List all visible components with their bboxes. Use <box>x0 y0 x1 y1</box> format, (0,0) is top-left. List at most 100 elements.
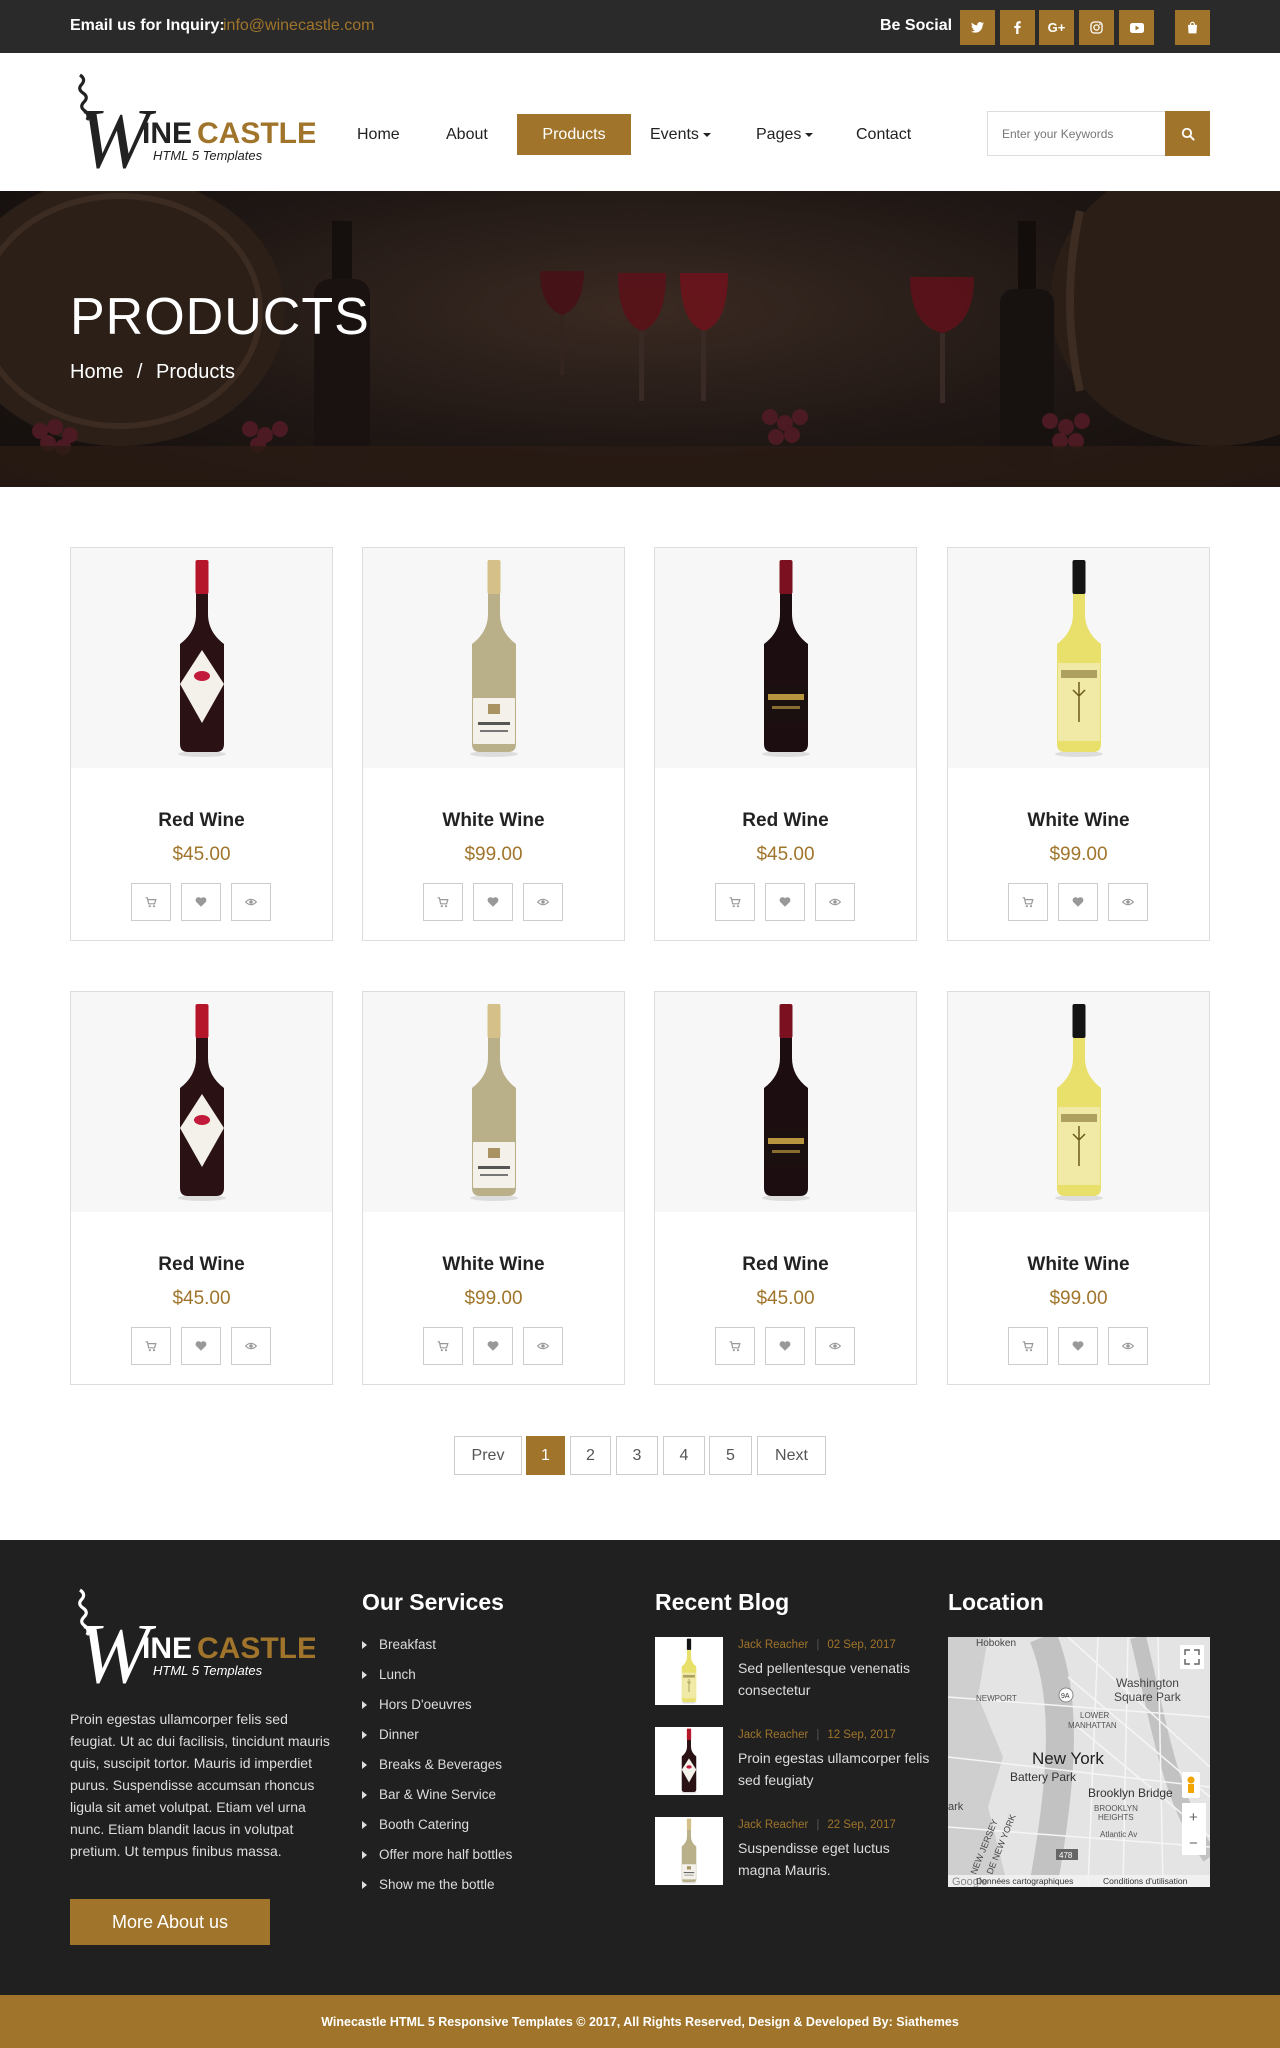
footer-logo[interactable]: W INE CASTLE HTML 5 Templates <box>70 1588 317 1701</box>
product-card[interactable]: White Wine $99.00 <box>362 547 625 941</box>
service-link[interactable]: Dinner <box>362 1727 419 1742</box>
breadcrumb-home[interactable]: Home <box>70 361 123 383</box>
nav-contact[interactable]: Contact <box>836 114 931 155</box>
product-card[interactable]: Red Wine $45.00 <box>70 547 333 941</box>
youtube-icon[interactable] <box>1119 10 1154 45</box>
search-input[interactable] <box>987 111 1165 156</box>
service-link[interactable]: Hors D'oeuvres <box>362 1697 472 1712</box>
add-to-cart-button[interactable] <box>715 883 755 921</box>
service-link[interactable]: Offer more half bottles <box>362 1847 512 1862</box>
service-link[interactable]: Breaks & Beverages <box>362 1757 502 1772</box>
blog-post-title[interactable]: Sed pellentesque venenatis consectetur <box>738 1657 933 1701</box>
product-name[interactable]: White Wine <box>363 810 624 832</box>
service-link[interactable]: Booth Catering <box>362 1817 469 1832</box>
quick-view-button[interactable] <box>231 883 271 921</box>
heart-icon <box>779 897 791 907</box>
product-name[interactable]: Red Wine <box>655 1254 916 1276</box>
nav-home[interactable]: Home <box>337 114 420 155</box>
product-card[interactable]: Red Wine $45.00 <box>70 991 333 1385</box>
pagination-page-4[interactable]: 4 <box>663 1436 705 1475</box>
add-to-cart-button[interactable] <box>1008 1327 1048 1365</box>
service-link[interactable]: Show me the bottle <box>362 1877 495 1892</box>
quick-view-button[interactable] <box>231 1327 271 1365</box>
product-name[interactable]: Red Wine <box>71 810 332 832</box>
copyright-bar: Winecastle HTML 5 Responsive Templates ©… <box>0 1995 1280 2048</box>
blog-thumbnail[interactable] <box>655 1727 723 1795</box>
add-to-cart-button[interactable] <box>131 883 171 921</box>
quick-view-button[interactable] <box>815 1327 855 1365</box>
blog-thumbnail[interactable] <box>655 1817 723 1885</box>
product-name[interactable]: Red Wine <box>655 810 916 832</box>
footer-logo-ine: INE <box>142 1632 192 1665</box>
instagram-icon[interactable] <box>1079 10 1114 45</box>
wishlist-button[interactable] <box>473 883 513 921</box>
product-image[interactable] <box>948 548 1209 768</box>
quick-view-button[interactable] <box>815 883 855 921</box>
product-name[interactable]: White Wine <box>948 810 1209 832</box>
services-title: Our Services <box>362 1589 504 1615</box>
service-link[interactable]: Lunch <box>362 1667 416 1682</box>
twitter-icon[interactable] <box>960 10 995 45</box>
product-image[interactable] <box>655 992 916 1212</box>
wishlist-button[interactable] <box>473 1327 513 1365</box>
search-button[interactable] <box>1165 111 1210 156</box>
product-image[interactable] <box>363 548 624 768</box>
blog-author[interactable]: Jack Reacher <box>738 1729 808 1741</box>
pagination-prev[interactable]: Prev <box>454 1436 522 1475</box>
product-name[interactable]: White Wine <box>363 1254 624 1276</box>
blog-post-title[interactable]: Suspendisse eget luctus magna Mauris. <box>738 1837 933 1881</box>
quick-view-button[interactable] <box>523 1327 563 1365</box>
pagination-page-1[interactable]: 1 <box>526 1436 565 1475</box>
product-image[interactable] <box>948 992 1209 1212</box>
pagination-next[interactable]: Next <box>757 1436 826 1475</box>
google-plus-icon[interactable]: G+ <box>1039 10 1074 45</box>
blog-post-title[interactable]: Proin egestas ullamcorper felis sed feug… <box>738 1747 933 1791</box>
quick-view-button[interactable] <box>523 883 563 921</box>
heart-icon <box>1072 897 1084 907</box>
blog-author[interactable]: Jack Reacher <box>738 1639 808 1651</box>
pagination-page-2[interactable]: 2 <box>570 1436 611 1475</box>
quick-view-button[interactable] <box>1108 1327 1148 1365</box>
service-link[interactable]: Bar & Wine Service <box>362 1787 496 1802</box>
product-card[interactable]: Red Wine $45.00 <box>654 991 917 1385</box>
product-card[interactable]: White Wine $99.00 <box>947 547 1210 941</box>
product-card[interactable]: Red Wine $45.00 <box>654 547 917 941</box>
inquiry-email-link[interactable]: info@winecastle.com <box>223 17 374 35</box>
wishlist-button[interactable] <box>1058 1327 1098 1365</box>
wishlist-button[interactable] <box>181 1327 221 1365</box>
site-logo[interactable]: W INE CASTLE HTML 5 Templates <box>70 73 317 186</box>
pagination-page-5[interactable]: 5 <box>709 1436 752 1475</box>
location-map[interactable]: Hoboken Washington Square Park NEWPORT 9… <box>948 1637 1210 1887</box>
add-to-cart-button[interactable] <box>131 1327 171 1365</box>
add-to-cart-button[interactable] <box>423 1327 463 1365</box>
facebook-icon[interactable] <box>1000 10 1035 45</box>
product-image[interactable] <box>71 992 332 1212</box>
quick-view-button[interactable] <box>1108 883 1148 921</box>
product-card[interactable]: White Wine $99.00 <box>947 991 1210 1385</box>
add-to-cart-button[interactable] <box>1008 883 1048 921</box>
add-to-cart-button[interactable] <box>423 883 463 921</box>
service-link[interactable]: Breakfast <box>362 1637 436 1652</box>
nav-about[interactable]: About <box>426 114 508 155</box>
product-image[interactable] <box>71 548 332 768</box>
meta-divider: | <box>816 1729 820 1741</box>
blog-author[interactable]: Jack Reacher <box>738 1819 808 1831</box>
wishlist-button[interactable] <box>1058 883 1098 921</box>
shopping-bag-icon[interactable] <box>1175 10 1210 45</box>
caret-right-icon <box>362 1641 367 1649</box>
more-about-button[interactable]: More About us <box>70 1899 270 1945</box>
nav-events[interactable]: Events <box>630 114 731 155</box>
product-name[interactable]: Red Wine <box>71 1254 332 1276</box>
product-name[interactable]: White Wine <box>948 1254 1209 1276</box>
pagination-page-3[interactable]: 3 <box>616 1436 658 1475</box>
nav-pages[interactable]: Pages <box>736 114 833 155</box>
wishlist-button[interactable] <box>765 1327 805 1365</box>
add-to-cart-button[interactable] <box>715 1327 755 1365</box>
product-image[interactable] <box>655 548 916 768</box>
product-image[interactable] <box>363 992 624 1212</box>
wishlist-button[interactable] <box>181 883 221 921</box>
nav-products[interactable]: Products <box>517 114 631 155</box>
wishlist-button[interactable] <box>765 883 805 921</box>
blog-thumbnail[interactable] <box>655 1637 723 1705</box>
product-card[interactable]: White Wine $99.00 <box>362 991 625 1385</box>
